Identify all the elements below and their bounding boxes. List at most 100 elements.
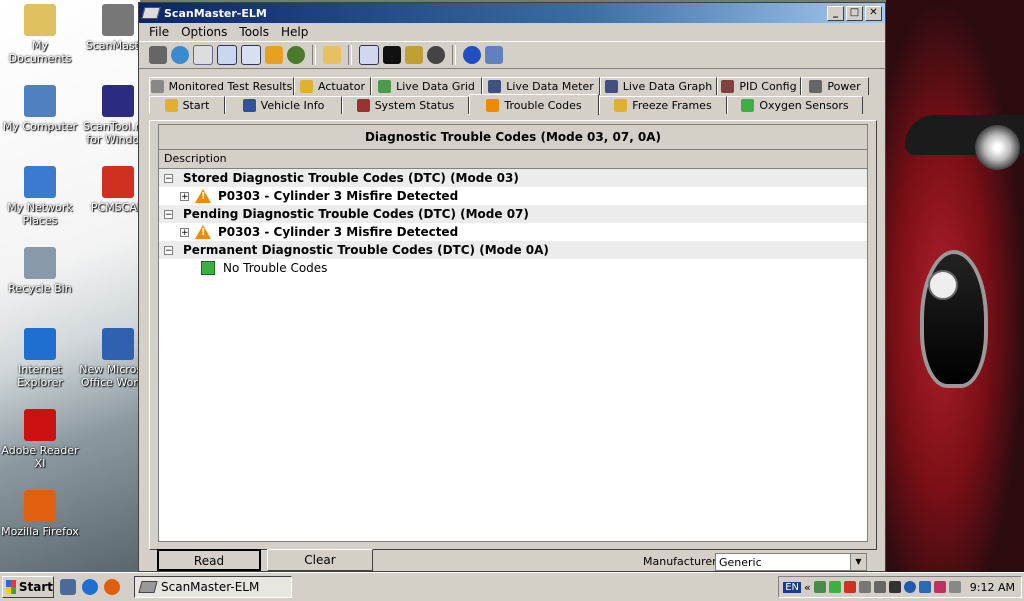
chevron-down-icon[interactable]: ▼: [850, 554, 866, 570]
volume-icon[interactable]: [873, 581, 886, 593]
system-tray: EN « 9:12 AM: [778, 576, 1022, 598]
menu-tools[interactable]: Tools: [233, 25, 275, 39]
tab-live-data-grid[interactable]: Live Data Grid: [371, 77, 482, 95]
config-icon: [721, 80, 735, 93]
dtc-group-row[interactable]: − Permanent Diagnostic Trouble Codes (DTC…: [159, 241, 867, 259]
signal-icon[interactable]: [813, 581, 826, 593]
maximize-button[interactable]: □: [846, 5, 863, 21]
desktop-icon[interactable]: My Network Places: [0, 166, 80, 227]
desktop-icon[interactable]: Internet Explorer: [0, 328, 80, 389]
dtc-group-label: Stored Diagnostic Trouble Codes (DTC) (M…: [183, 171, 519, 185]
manufacturer-select[interactable]: Generic ▼: [715, 553, 867, 571]
collapse-icon[interactable]: −: [164, 209, 173, 219]
security-icon[interactable]: [843, 581, 856, 593]
menu-options[interactable]: Options: [175, 25, 233, 39]
globe-icon[interactable]: [171, 46, 189, 64]
panel-title: Diagnostic Trouble Codes (Mode 03, 07, 0…: [159, 125, 867, 150]
tab-pid-config[interactable]: PID Config: [717, 77, 801, 95]
exit-icon[interactable]: [485, 46, 503, 64]
expand-icon[interactable]: +: [180, 227, 189, 237]
toolbar-separator: [348, 45, 352, 65]
desktop-icon-label: My Documents: [8, 39, 72, 65]
tab-vehicle-info[interactable]: Vehicle Info: [225, 96, 342, 114]
tab-oxygen-sensors[interactable]: Oxygen Sensors: [727, 96, 863, 114]
minimize-button[interactable]: _: [827, 5, 844, 21]
read-button[interactable]: Read: [157, 549, 261, 571]
start-label: Start: [18, 580, 53, 594]
tab-actuator[interactable]: Actuator: [294, 77, 371, 95]
document-icon[interactable]: [193, 45, 213, 65]
tab-live-data-meter[interactable]: Live Data Meter: [482, 77, 600, 95]
clear-button[interactable]: Clear: [267, 549, 373, 571]
dtc-item-row[interactable]: + P0303 - Cylinder 3 Misfire Detected: [159, 187, 867, 205]
grid-icon[interactable]: [217, 45, 237, 65]
start-button[interactable]: Start: [2, 576, 54, 598]
clock[interactable]: 9:12 AM: [970, 581, 1015, 594]
manufacturer-label: Manufacturer: [643, 555, 717, 568]
toolbar-separator: [452, 45, 456, 65]
update-icon[interactable]: [918, 581, 931, 593]
internet-explorer-icon[interactable]: [82, 579, 98, 595]
menu-help[interactable]: Help: [275, 25, 314, 39]
manufacturer-value: Generic: [719, 555, 762, 569]
user-icon[interactable]: [287, 46, 305, 64]
warning-icon: [486, 98, 500, 112]
expand-icon[interactable]: +: [180, 191, 189, 201]
dtc-item-row[interactable]: + P0303 - Cylinder 3 Misfire Detected: [159, 223, 867, 241]
tab-monitored-test-results[interactable]: Monitored Test Results: [149, 77, 294, 95]
tab-label: Live Data Meter: [506, 80, 594, 93]
tab-start[interactable]: Start: [149, 96, 225, 114]
info-icon[interactable]: [463, 46, 481, 64]
chevron-left-icon[interactable]: «: [804, 581, 811, 594]
tab-row-2: Start Vehicle Info System Status Trouble Co…: [149, 94, 879, 115]
tab-live-data-graph[interactable]: Live Data Graph: [600, 77, 717, 95]
dtc-group-row[interactable]: − Pending Diagnostic Trouble Codes (DTC) …: [159, 205, 867, 223]
desktop-icon[interactable]: Recycle Bin: [0, 247, 80, 295]
collapse-icon[interactable]: −: [164, 245, 173, 255]
desktop-app-icon: [24, 409, 56, 441]
desktop-icon[interactable]: Mozilla Firefox: [0, 490, 80, 538]
dtc-group-label: Pending Diagnostic Trouble Codes (DTC) (…: [183, 207, 529, 221]
gear-icon: [150, 80, 164, 93]
tab-freeze-frames[interactable]: Freeze Frames: [599, 96, 727, 114]
dtc-item-row[interactable]: No Trouble Codes: [159, 259, 867, 277]
column-header-description[interactable]: Description: [159, 150, 867, 169]
show-desktop-icon[interactable]: [60, 579, 76, 595]
collapse-icon[interactable]: −: [164, 173, 173, 183]
title-bar[interactable]: ScanMaster-ELM _ □ ✕: [139, 3, 885, 23]
freeze-frame-icon[interactable]: [265, 46, 283, 64]
warning-icon: [195, 189, 211, 203]
tab-label: Live Data Grid: [396, 80, 475, 93]
dtc-item-label: No Trouble Codes: [223, 261, 328, 275]
app-icon: [141, 7, 161, 19]
desktop-app-icon: [24, 328, 56, 360]
taskbar-item-scanmaster[interactable]: ScanMaster-ELM: [134, 576, 292, 598]
bluetooth-icon[interactable]: [903, 581, 916, 593]
desktop-icon[interactable]: My Documents: [0, 4, 80, 65]
network-disconnected-icon[interactable]: [858, 581, 871, 593]
display-icon[interactable]: [948, 581, 961, 593]
desktop-icon-label: Mozilla Firefox: [1, 525, 79, 538]
tab-trouble-codes[interactable]: Trouble Codes: [469, 94, 599, 115]
start-icon: [164, 99, 178, 112]
menu-file[interactable]: File: [143, 25, 175, 39]
desktop-icon[interactable]: Adobe Reader XI: [0, 409, 80, 470]
battery-icon[interactable]: [405, 46, 423, 64]
message-icon[interactable]: [359, 45, 379, 65]
word-icon[interactable]: [933, 581, 946, 593]
close-button[interactable]: ✕: [865, 5, 882, 21]
stop-icon[interactable]: [427, 46, 445, 64]
network-icon[interactable]: [828, 581, 841, 593]
chart-icon[interactable]: [241, 45, 261, 65]
tab-power[interactable]: Power: [801, 77, 869, 95]
tab-system-status[interactable]: System Status: [342, 96, 469, 114]
taskbar: Start ScanMaster-ELM EN « 9:12 AM: [0, 572, 1024, 601]
dtc-group-row[interactable]: − Stored Diagnostic Trouble Codes (DTC) (…: [159, 169, 867, 187]
connect-icon[interactable]: [149, 46, 167, 64]
language-indicator[interactable]: EN: [783, 581, 802, 593]
clipboard-icon[interactable]: [323, 46, 341, 64]
battery-icon[interactable]: [888, 581, 901, 593]
terminal-icon[interactable]: [383, 46, 401, 64]
firefox-icon[interactable]: [104, 579, 120, 595]
desktop-icon[interactable]: My Computer: [0, 85, 80, 133]
